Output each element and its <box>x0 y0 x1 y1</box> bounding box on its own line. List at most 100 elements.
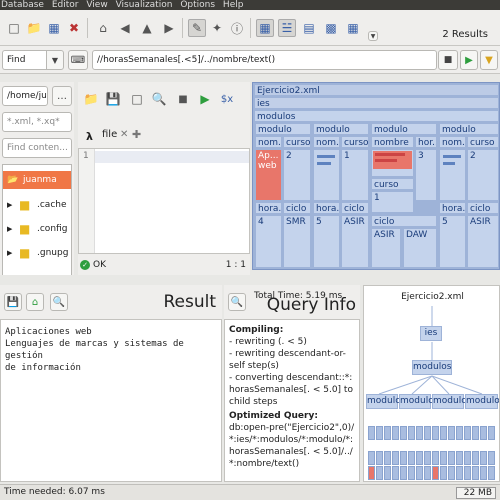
add-tab-icon[interactable]: ✚ <box>132 128 141 141</box>
tree-leaf-node[interactable] <box>408 451 415 465</box>
tree-leaf-node[interactable] <box>400 451 407 465</box>
tree-leaf-node[interactable] <box>440 451 447 465</box>
tree-leaf-node[interactable] <box>456 426 463 440</box>
browse-button[interactable]: … <box>52 86 72 106</box>
tree-node-modulo[interactable]: modulo <box>399 394 434 409</box>
result-text[interactable]: Aplicaciones web Lenguajes de marcas y s… <box>0 319 222 482</box>
keyboard-icon[interactable]: ⌨ <box>68 50 88 70</box>
menu-view[interactable]: View <box>86 0 107 10</box>
forward-icon[interactable]: ▶ <box>160 19 178 37</box>
tree-leaf-node[interactable] <box>472 426 479 440</box>
open-folder-icon[interactable]: 📁 <box>25 19 43 37</box>
menu-editor[interactable]: Editor <box>52 0 79 10</box>
tree-leaf-node[interactable] <box>392 466 399 480</box>
run-button[interactable]: ▶ <box>460 50 478 70</box>
menu-options[interactable]: Options <box>180 0 215 10</box>
map-view-icon[interactable]: ▦ <box>256 19 274 37</box>
tree-leaf-node[interactable] <box>392 451 399 465</box>
tree-leaf-node[interactable] <box>472 451 479 465</box>
search-icon[interactable]: 🔍 <box>50 293 68 311</box>
tree-leaf-node[interactable] <box>384 466 391 480</box>
tree-leaf-node[interactable] <box>432 451 439 465</box>
home-icon[interactable]: ⌂ <box>26 293 44 311</box>
tree-leaf-node[interactable] <box>376 466 383 480</box>
table-view-icon[interactable]: ▦ <box>344 19 362 37</box>
tree-leaf-node[interactable] <box>384 426 391 440</box>
tree-leaf-node[interactable] <box>376 451 383 465</box>
menu-database[interactable]: Database <box>1 0 44 10</box>
mode-dropdown-icon[interactable]: ▼ <box>46 50 64 70</box>
tree-leaf-node[interactable] <box>448 426 455 440</box>
tree-leaf-node[interactable] <box>464 426 471 440</box>
tree-leaf-node[interactable] <box>400 426 407 440</box>
tree-leaf-node[interactable] <box>464 466 471 480</box>
tree-leaf-node[interactable] <box>456 466 463 480</box>
tree-leaf-node[interactable] <box>416 426 423 440</box>
save-result-icon[interactable]: 💾 <box>4 293 22 311</box>
tree-node-modulo[interactable]: modulo <box>465 394 499 409</box>
variables-icon[interactable]: $x <box>218 90 236 108</box>
expand-arrow-icon[interactable]: ▶ <box>7 195 12 215</box>
tree-leaf-node[interactable] <box>456 451 463 465</box>
tree-leaf-node[interactable] <box>448 451 455 465</box>
tree-leaf-node[interactable] <box>384 451 391 465</box>
tree-leaf-node[interactable] <box>472 466 479 480</box>
tree-leaf-node[interactable] <box>424 466 431 480</box>
tree-item-cache[interactable]: ▶ ■ .cache <box>5 195 71 215</box>
tree-node-modulo[interactable]: modulo <box>432 394 467 409</box>
tree-node-modulo[interactable]: modulo <box>366 394 401 409</box>
tree-leaf-node[interactable] <box>376 426 383 440</box>
tree-item-juanma[interactable]: 📂 juanma <box>3 171 71 189</box>
tree-leaf-node[interactable] <box>440 466 447 480</box>
tree-item-gnupg[interactable]: ▶ ■ .gnupg <box>5 243 71 263</box>
tree-node-ies[interactable]: ies <box>420 326 442 341</box>
back-icon[interactable]: ◀ <box>116 19 134 37</box>
plot-view-icon[interactable]: ▩ <box>322 19 340 37</box>
tree-view-icon[interactable]: ☱ <box>278 19 296 37</box>
tree-leaf-node[interactable] <box>392 426 399 440</box>
new-tab-icon[interactable]: □ <box>128 90 146 108</box>
new-file-icon[interactable]: □ <box>5 19 23 37</box>
folder-view-icon[interactable]: ▤ <box>300 19 318 37</box>
stop-icon[interactable]: ■ <box>174 90 192 108</box>
code-area[interactable]: 1 <box>78 148 250 254</box>
tree-node-modulos[interactable]: modulos <box>412 360 452 375</box>
tree-leaf-node[interactable] <box>488 451 495 465</box>
info-icon[interactable]: ⓘ <box>228 19 246 37</box>
find-content-input[interactable]: Find conten... <box>2 138 72 158</box>
execute-icon[interactable]: ▶ <box>196 90 214 108</box>
tree-root[interactable]: Ejercicio2.xml <box>364 292 499 302</box>
save-icon[interactable]: 💾 <box>104 90 122 108</box>
expand-arrow-icon[interactable]: ▶ <box>7 243 12 263</box>
view-dropdown-button[interactable]: ▼ <box>368 31 378 41</box>
open-file-icon[interactable]: 📁 <box>82 90 100 108</box>
edit-icon[interactable]: ✎ <box>188 19 206 37</box>
wand-icon[interactable]: ✦ <box>208 19 226 37</box>
tree-leaf-node[interactable] <box>408 466 415 480</box>
tree-item-config[interactable]: ▶ ■ .config <box>5 219 71 239</box>
tree-leaf-node[interactable] <box>440 426 447 440</box>
tree-leaf-node[interactable] <box>432 466 439 480</box>
close-database-icon[interactable]: ✖ <box>65 19 83 37</box>
query-info-text[interactable]: Compiling: - rewriting (. < 5) - rewriti… <box>224 319 360 482</box>
tree-leaf-node[interactable] <box>400 466 407 480</box>
tree-leaf-node[interactable] <box>368 426 375 440</box>
memory-indicator[interactable]: 22 MB <box>456 487 496 499</box>
up-icon[interactable]: ▲ <box>138 19 156 37</box>
editor-tab-file[interactable]: file <box>102 129 117 140</box>
tree-leaf-node[interactable] <box>368 451 375 465</box>
close-tab-icon[interactable]: ✕ <box>120 129 128 140</box>
tree-leaf-node[interactable] <box>480 466 487 480</box>
filter-input[interactable]: *.xml, *.xq* <box>2 112 72 132</box>
tree-view-panel[interactable]: Ejercicio2.xml ies modulos modulo modulo… <box>363 285 500 482</box>
tree-leaf-node[interactable] <box>408 426 415 440</box>
menu-visualization[interactable]: Visualization <box>116 0 173 10</box>
tree-leaf-node[interactable] <box>464 451 471 465</box>
tree-leaf-node[interactable] <box>368 466 375 480</box>
tree-leaf-node[interactable] <box>416 466 423 480</box>
mode-select[interactable]: Find <box>2 50 47 70</box>
map-nombre-highlight[interactable]: Ap... web <box>255 149 282 201</box>
tree-leaf-node[interactable] <box>448 466 455 480</box>
path-input[interactable]: /home/jua <box>2 86 48 106</box>
tree-leaf-node[interactable] <box>424 451 431 465</box>
